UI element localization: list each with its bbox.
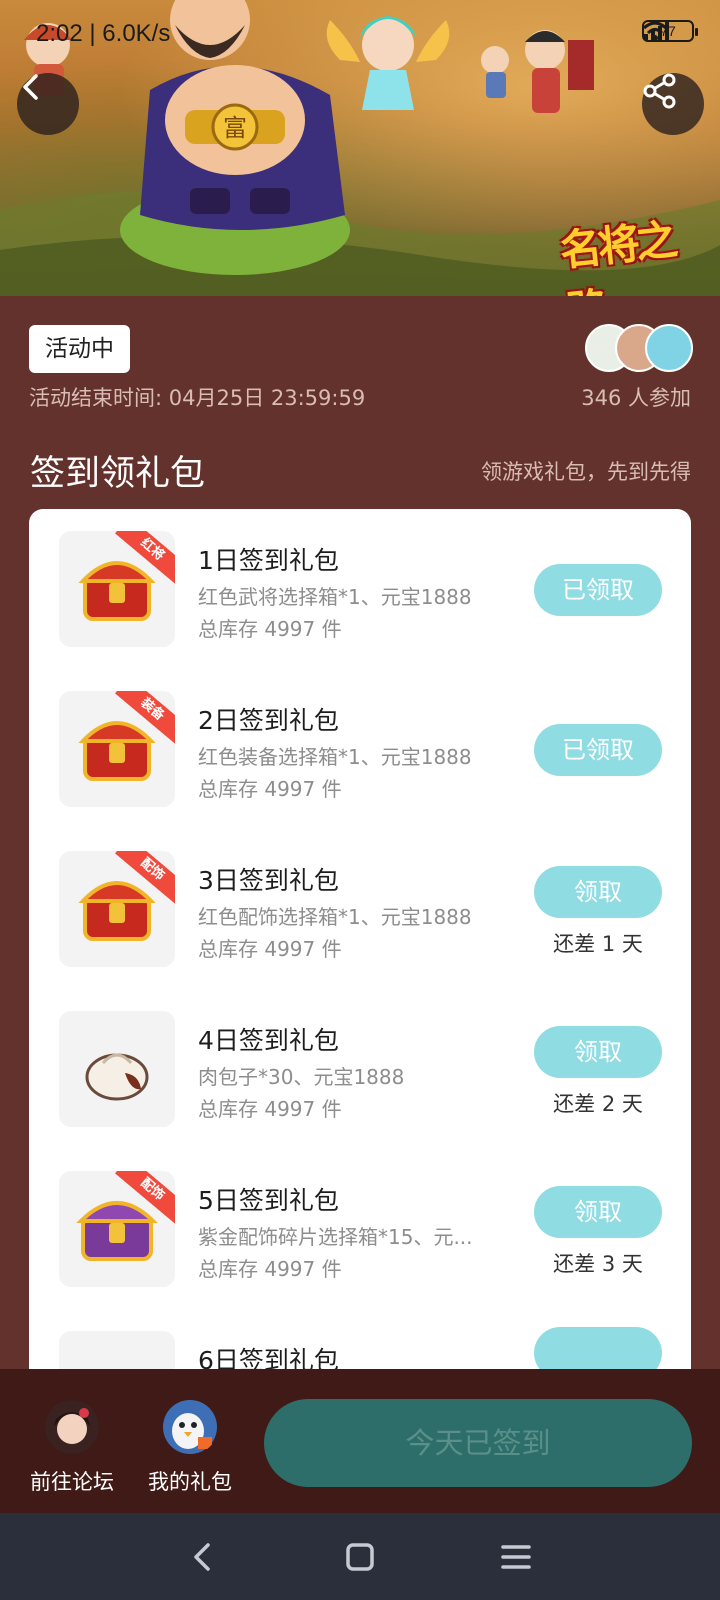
gift-name: 3日签到礼包 bbox=[198, 866, 339, 895]
game-banner: 富 2:02 | 6.0K/s 77 名将之路 bbox=[0, 0, 720, 296]
gift-description: 红色装备选择箱*1、元宝1888 bbox=[198, 745, 472, 769]
gift-name: 6日签到礼包 bbox=[198, 1346, 339, 1369]
gift-stock: 总库存 4997 件 bbox=[198, 937, 342, 961]
gift-thumbnail: 配饰 bbox=[59, 1171, 175, 1287]
participant-count: 346 人参加 bbox=[581, 386, 691, 410]
participant-avatars bbox=[585, 324, 695, 372]
forum-link[interactable]: 前往论坛 bbox=[22, 1399, 122, 1496]
my-gifts-label: 我的礼包 bbox=[148, 1470, 232, 1494]
nav-home-icon[interactable] bbox=[344, 1541, 376, 1573]
gift-thumbnail bbox=[59, 1011, 175, 1127]
claim-button[interactable]: 领取 bbox=[534, 1186, 662, 1238]
section-subtitle: 领游戏礼包，先到先得 bbox=[481, 460, 691, 484]
bottom-action-bar: 前往论坛 我的礼包 今天已签到 bbox=[0, 1369, 720, 1513]
gift-thumbnail: 配饰 bbox=[59, 851, 175, 967]
gift-stock: 总库存 4997 件 bbox=[198, 1257, 342, 1281]
activity-status-badge: 活动中 bbox=[29, 325, 130, 373]
signed-today-button[interactable]: 今天已签到 bbox=[264, 1399, 692, 1487]
system-nav-bar bbox=[0, 1513, 720, 1600]
days-remaining: 还差 3 天 bbox=[553, 1252, 643, 1276]
days-remaining: 还差 1 天 bbox=[553, 932, 643, 956]
section-title: 签到领礼包 bbox=[30, 454, 206, 494]
svg-text:富: 富 bbox=[223, 114, 247, 142]
gift-row: 红将 1日签到礼包 红色武将选择箱*1、元宝1888 总库存 4997 件 已领… bbox=[29, 509, 691, 669]
claim-button[interactable]: 领取 bbox=[534, 1026, 662, 1078]
gift-row: 配饰 3日签到礼包 红色配饰选择箱*1、元宝1888 总库存 4997 件 领取… bbox=[29, 829, 691, 989]
share-icon bbox=[643, 73, 676, 109]
nav-menu-icon[interactable] bbox=[500, 1541, 532, 1573]
share-button[interactable] bbox=[642, 73, 704, 135]
gift-stock: 总库存 4997 件 bbox=[198, 617, 342, 641]
status-bar: 2:02 | 6.0K/s 77 bbox=[0, 0, 720, 70]
network-speed: 6.0K/s bbox=[102, 20, 171, 47]
forum-label: 前往论坛 bbox=[30, 1470, 114, 1494]
gift-description: 肉包子*30、元宝1888 bbox=[198, 1065, 405, 1089]
claim-button[interactable]: 领取 bbox=[534, 866, 662, 918]
gift-name: 4日签到礼包 bbox=[198, 1026, 339, 1055]
days-remaining: 还差 2 天 bbox=[553, 1092, 643, 1116]
gift-description: 红色配饰选择箱*1、元宝1888 bbox=[198, 905, 472, 929]
meat-bun-icon bbox=[85, 1053, 149, 1101]
status-time: 2:02 bbox=[36, 20, 83, 47]
gift-stock: 总库存 4997 件 bbox=[198, 1097, 342, 1121]
chevron-left-icon bbox=[23, 74, 38, 100]
claimed-button[interactable]: 已领取 bbox=[534, 724, 662, 776]
gift-row: 配饰 5日签到礼包 紫金配饰碎片选择箱*15、元... 总库存 4997 件 领… bbox=[29, 1149, 691, 1309]
gift-stock: 总库存 4997 件 bbox=[198, 777, 342, 801]
battery-icon: 77 bbox=[642, 20, 698, 42]
forum-avatar-icon bbox=[45, 1400, 99, 1454]
gift-thumbnail bbox=[59, 1331, 175, 1369]
gift-name: 2日签到礼包 bbox=[198, 706, 339, 735]
gift-row: 6日签到礼包 bbox=[29, 1309, 691, 1369]
claim-button[interactable] bbox=[534, 1327, 662, 1369]
gift-row: 4日签到礼包 肉包子*30、元宝1888 总库存 4997 件 领取 还差 2 … bbox=[29, 989, 691, 1149]
gift-thumbnail: 装备 bbox=[59, 691, 175, 807]
participant-avatar bbox=[645, 324, 693, 372]
claimed-button[interactable]: 已领取 bbox=[534, 564, 662, 616]
gift-row: 装备 2日签到礼包 红色装备选择箱*1、元宝1888 总库存 4997 件 已领… bbox=[29, 669, 691, 829]
gift-description: 紫金配饰碎片选择箱*15、元... bbox=[198, 1225, 473, 1249]
game-logo: 名将之路 bbox=[557, 214, 677, 296]
gift-name: 1日签到礼包 bbox=[198, 546, 339, 575]
back-button[interactable] bbox=[17, 73, 79, 135]
gift-list-card: 红将 1日签到礼包 红色武将选择箱*1、元宝1888 总库存 4997 件 已领… bbox=[29, 509, 691, 1369]
my-gifts-link[interactable]: 我的礼包 bbox=[140, 1399, 240, 1496]
gift-thumbnail: 红将 bbox=[59, 531, 175, 647]
gift-description: 红色武将选择箱*1、元宝1888 bbox=[198, 585, 472, 609]
nav-back-icon[interactable] bbox=[188, 1541, 220, 1573]
penguin-gift-icon bbox=[163, 1400, 217, 1454]
gift-name: 5日签到礼包 bbox=[198, 1186, 339, 1215]
activity-end-time: 活动结束时间: 04月25日 23:59:59 bbox=[29, 386, 366, 410]
